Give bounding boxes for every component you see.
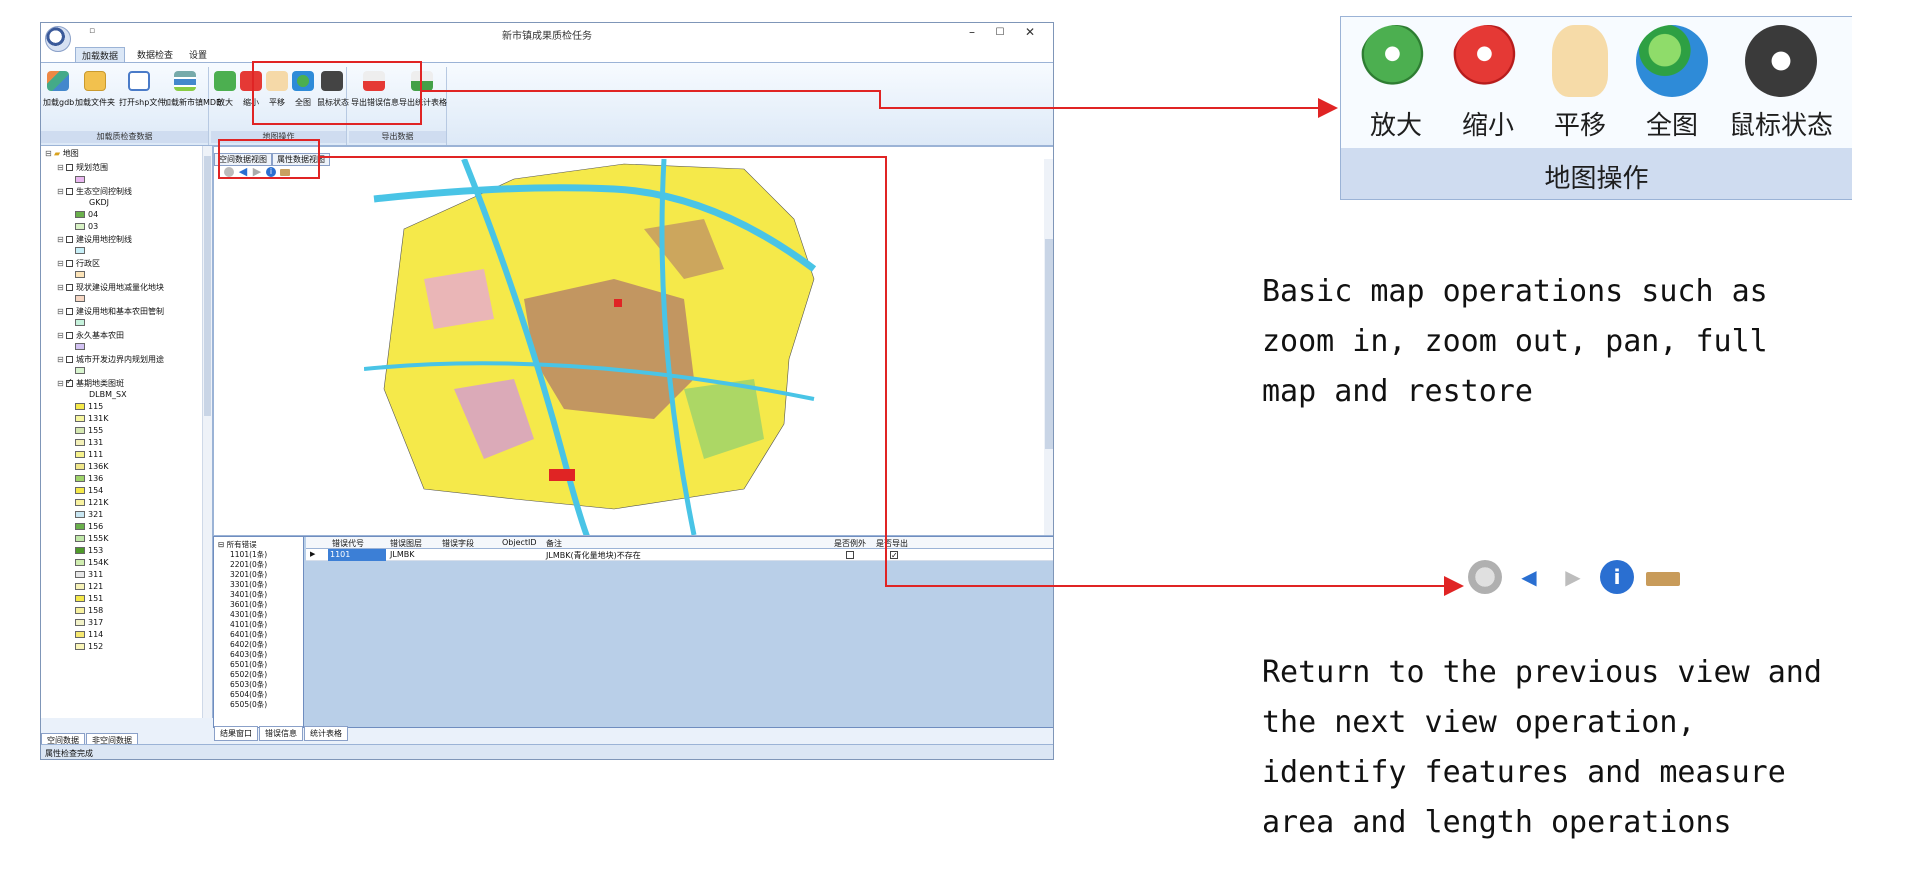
folder-icon: ▰: [54, 149, 61, 158]
col-error-field[interactable]: 错误字段: [442, 538, 474, 549]
load-gdb-label: 加载gdb: [43, 98, 75, 107]
highlight-map-tools: [218, 139, 320, 179]
cell-error-layer[interactable]: JLMBK: [390, 550, 414, 559]
ribbon: 加载gdb 加载文件夹 打开shp文件 加载新市镇MDB 加载质检查数据 放大: [41, 62, 1053, 146]
tree-scrollbar[interactable]: [202, 146, 212, 718]
load-folder-button[interactable]: 加载文件夹: [75, 71, 115, 108]
zoom-in-button[interactable]: 放大: [213, 71, 237, 108]
error-grid-header: 错误代号 错误图层 错误字段 ObjectID 备注 是否例外 是否导出: [306, 537, 1053, 549]
hand-icon: [1552, 25, 1608, 97]
open-shp-label: 打开shp文件: [119, 98, 166, 107]
group-label-load: 加载质检查数据: [41, 131, 208, 143]
shp-file-icon: [128, 71, 150, 91]
caption-map-ops: Basic map operations such as zoom in, zo…: [1262, 274, 1768, 409]
col-error-layer[interactable]: 错误图层: [390, 538, 422, 549]
table-row[interactable]: ▶ 1101 JLMBK JLMBK(青化量地块)不存在 ✓: [306, 549, 1053, 561]
mouse-state-label: 鼠标状态: [1728, 111, 1833, 141]
title-bar: ▫ 新市镇成果质检任务 – ☐ ✕: [41, 23, 1053, 45]
left-panel-tabs: 空间数据 非空间数据: [41, 728, 139, 748]
results-tabs: 结果窗口 错误信息 统计表格: [214, 721, 349, 741]
map-view[interactable]: 空间数据视图 属性数据视图 ◀ ▶ i: [213, 146, 1053, 536]
layers-icon: [47, 71, 69, 91]
load-folder-label: 加载文件夹: [75, 98, 115, 107]
window-title: 新市镇成果质检任务: [502, 31, 592, 42]
error-tree: ⊟ 所有错误 1101(1条) 2201(0条) 3201(0条) 3301(0条) 3…: [214, 537, 304, 727]
layer-item[interactable]: ⊟ 永久基本农田: [57, 330, 124, 344]
app-window: ▫ 新市镇成果质检任务 – ☐ ✕ 加载数据 数据检查 设置 加载gdb 加载文…: [40, 22, 1054, 760]
app-logo-icon[interactable]: [45, 26, 71, 52]
layer-tree: ⊟ ▰ 地图 ⊟ 规划范围 ⊟ 生态空间控制线 GKDJ 04 03 ⊟ 建设用地控制线…: [41, 146, 213, 718]
caption-nav-ops: Return to the previous view and the next…: [1262, 655, 1822, 840]
zoom-out-icon: [1452, 25, 1524, 97]
status-bar: 属性检查完成: [41, 744, 1053, 759]
database-icon: [174, 71, 196, 91]
zoom-in-label: 放大: [1369, 111, 1422, 141]
row-indicator-icon: ▶: [310, 550, 316, 558]
zoom-in-label: 放大: [217, 98, 233, 107]
globe-icon: [1636, 25, 1708, 97]
pan-button-large[interactable]: 平移: [1535, 25, 1625, 142]
load-mdb-label: 加载新市镇MDB: [163, 98, 222, 107]
col-objectid[interactable]: ObjectID: [502, 538, 537, 547]
zoom-in-button-large[interactable]: 放大: [1351, 25, 1441, 142]
cell-note[interactable]: JLMBK(青化量地块)不存在: [546, 550, 641, 561]
tree-root[interactable]: ⊟ ▰ 地图: [45, 148, 79, 162]
ribbon-tabs: 加载数据 数据检查 设置: [41, 45, 1053, 62]
maximize-button[interactable]: ☐: [991, 27, 1009, 38]
exception-checkbox[interactable]: [846, 551, 854, 559]
zoom-in-icon: [1360, 25, 1432, 97]
cell-error-code[interactable]: 1101: [328, 549, 386, 561]
col-exception[interactable]: 是否例外: [834, 538, 866, 549]
mouse-state-button-large[interactable]: 鼠标状态: [1721, 25, 1841, 142]
tab-results-window[interactable]: 结果窗口: [214, 726, 258, 741]
zoom-out-label: 缩小: [1461, 111, 1514, 141]
error-tree-item[interactable]: 6505(0条): [230, 699, 267, 710]
zoom-out-button-large[interactable]: 缩小: [1443, 25, 1533, 142]
layer-item[interactable]: ⊟ 建设用地控制线: [57, 234, 132, 248]
minimize-button[interactable]: –: [963, 25, 981, 39]
highlight-map-ops: [252, 61, 422, 125]
layer-item[interactable]: ⊟ 现状建设用地减量化地块: [57, 282, 164, 296]
layer-item[interactable]: ⊟ 规划范围: [57, 162, 108, 176]
tab-settings[interactable]: 设置: [183, 47, 213, 62]
col-export[interactable]: 是否导出: [876, 538, 908, 549]
legend-item: 152: [75, 642, 103, 656]
group-label-export: 导出数据: [349, 131, 446, 143]
col-error-code[interactable]: 错误代号: [332, 538, 364, 549]
folder-icon: [84, 71, 106, 91]
zoom-in-icon: [214, 71, 236, 91]
close-button[interactable]: ✕: [1021, 25, 1039, 39]
load-mdb-button[interactable]: 加载新市镇MDB: [163, 71, 222, 108]
identify-icon[interactable]: i: [1600, 560, 1634, 594]
open-shp-button[interactable]: 打开shp文件: [119, 71, 166, 108]
map-scrollbar[interactable]: [1044, 159, 1053, 535]
results-panel: ⊟ 所有错误 1101(1条) 2201(0条) 3201(0条) 3301(0条) 3…: [213, 536, 1053, 741]
full-extent-button-large[interactable]: 全图: [1627, 25, 1717, 142]
prev-icon[interactable]: ◀: [1512, 560, 1546, 594]
zoomed-map-ops-group: 放大 缩小 平移 全图 鼠标状态 地图操作: [1340, 16, 1852, 200]
tab-load-data[interactable]: 加载数据: [75, 47, 126, 62]
zoom-group-label: 地图操作: [1544, 164, 1649, 194]
measure-icon[interactable]: [1646, 572, 1680, 586]
cursor-icon: [1745, 25, 1817, 97]
map-canvas[interactable]: [364, 159, 924, 535]
tab-stats-table[interactable]: 统计表格: [304, 726, 348, 741]
tab-error-info[interactable]: 错误信息: [259, 726, 303, 741]
tab-data-check[interactable]: 数据检查: [131, 47, 179, 62]
export-checkbox[interactable]: ✓: [890, 551, 898, 560]
col-note[interactable]: 备注: [546, 538, 562, 549]
load-gdb-button[interactable]: 加载gdb: [43, 71, 75, 108]
layer-item[interactable]: ⊟ 城市开发边界内规划用途: [57, 354, 164, 368]
next-icon[interactable]: ▶: [1556, 560, 1590, 594]
layer-item[interactable]: ⊟ 建设用地和基本农田管制: [57, 306, 164, 320]
pan-label: 平移: [1553, 111, 1606, 141]
full-extent-label: 全图: [1645, 111, 1698, 141]
ribbon-group-load: 加载gdb 加载文件夹 打开shp文件 加载新市镇MDB 加载质检查数据: [41, 67, 222, 145]
back-icon[interactable]: [1468, 560, 1502, 594]
